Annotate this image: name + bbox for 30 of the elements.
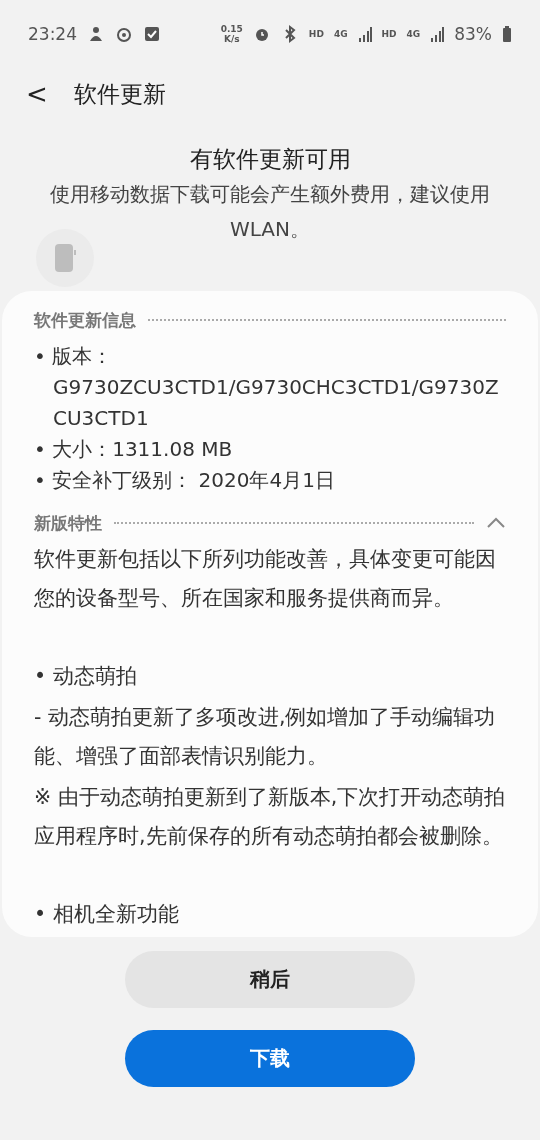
feature-heading: • 相机全新功能 [34,901,180,928]
page-title: 软件更新 [73,79,166,109]
network-type: 4G [406,29,421,39]
info-item: • 大小：1311.08 MB [34,436,234,463]
battery-percent: 83% [454,24,492,44]
network-type: 4G [333,29,348,39]
feature-text: 软件更新包括以下所列功能改善，具体变更可能因您的设备型号、所在国家和服务提供商而异。 [34,546,497,612]
clock: 23:24 [28,24,77,44]
phone-icon [54,243,76,273]
back-button[interactable]: < [26,79,48,109]
notice-title: 有软件更新可用 [189,145,351,174]
notice-message: 使用移动数据下载可能会产生额外费用，建议使用 WLAN。 [49,181,491,243]
section-title: 软件更新信息 [34,308,136,332]
checkbox-icon [143,25,161,43]
feature-text: - 动态萌拍更新了多项改进,例如增加了手动编辑功能、增强了面部表情识别能力。 [34,704,497,770]
download-button[interactable]: 下载 [125,1030,415,1087]
info-item: • 安全补丁级别： 2020年4月1日 [34,467,336,494]
signal-icon [430,25,445,43]
feature-heading: • 动态萌拍 [34,663,138,690]
later-button[interactable]: 稍后 [125,951,415,1008]
network-speed: 0.15 K/s [220,24,243,44]
battery-icon [502,25,512,43]
person-icon [87,25,105,43]
info-item: • 版本： G9730ZCU3CTD1/G9730CHC3CTD1/G9730ZCU3CTD1 [34,343,500,432]
hd-label: HD [381,29,397,39]
hd-label: HD [308,29,324,39]
signal-icon [357,25,372,43]
collapse-icon[interactable] [486,517,506,529]
section-title: 新版特性 [34,511,102,535]
feature-text: ※ 由于动态萌拍更新到了新版本,下次打开动态萌拍应用程序时,先前保存的所有动态萌拍都会被删除。 [34,784,506,850]
